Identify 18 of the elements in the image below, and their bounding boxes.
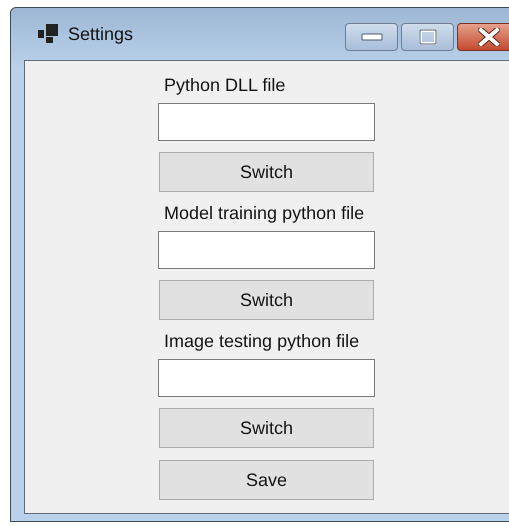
minimize-icon (360, 33, 382, 41)
app-icon (38, 24, 60, 44)
save-button[interactable]: Save (159, 460, 374, 500)
close-button[interactable] (457, 23, 509, 51)
window-title: Settings (68, 24, 134, 44)
field-label: Model training python file (164, 202, 364, 224)
close-icon (478, 28, 500, 46)
input-field[interactable] (158, 359, 375, 397)
maximize-icon (418, 29, 436, 45)
switch-button[interactable]: Switch (159, 152, 374, 192)
minimize-button[interactable] (345, 23, 398, 51)
switch-button[interactable]: Switch (159, 408, 374, 448)
field-label: Python DLL file (164, 74, 286, 96)
field-label: Image testing python file (164, 330, 360, 352)
input-field[interactable] (158, 231, 375, 269)
maximize-button[interactable] (401, 23, 454, 51)
input-field[interactable] (158, 103, 375, 141)
switch-button[interactable]: Switch (159, 280, 374, 320)
